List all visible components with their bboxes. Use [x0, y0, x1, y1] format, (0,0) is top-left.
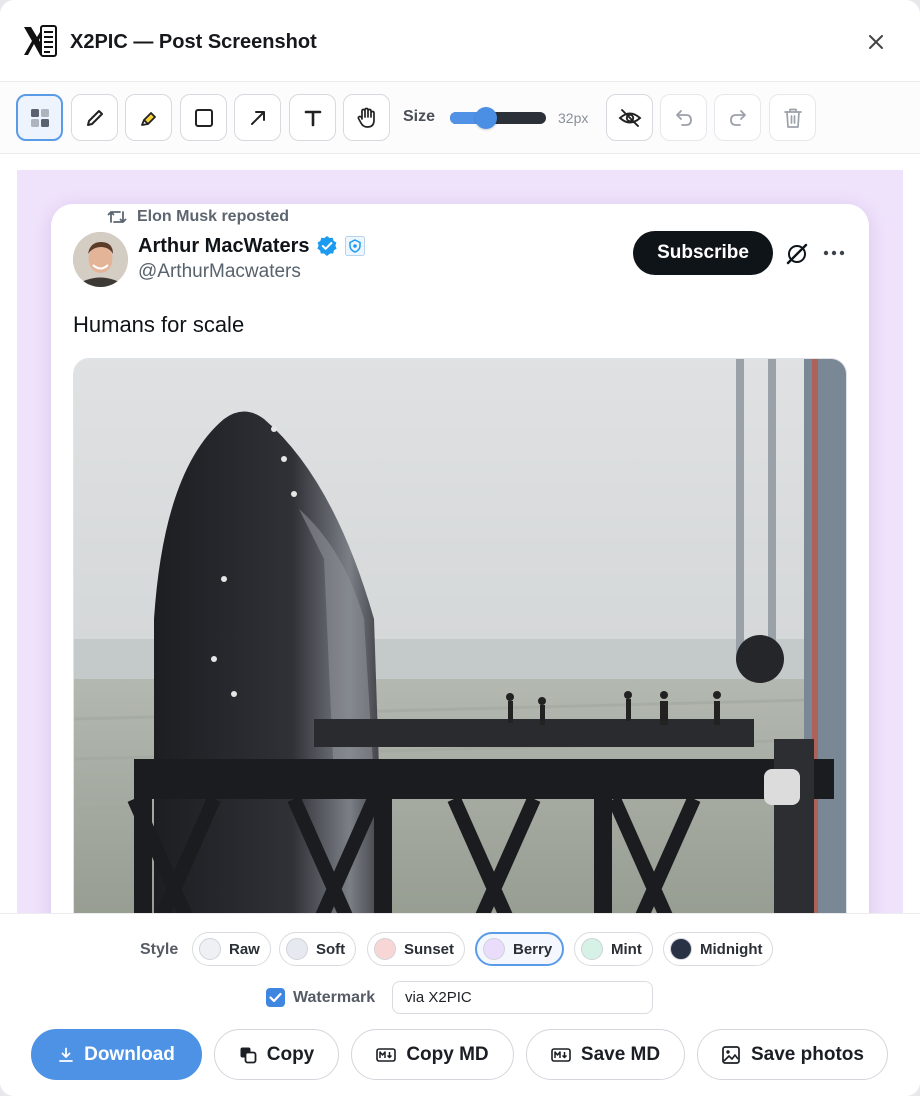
author-handle[interactable]: @ArthurMacwaters	[138, 261, 301, 283]
watermark-label[interactable]: Watermark	[293, 989, 375, 1007]
hide-annotations-button[interactable]	[606, 94, 653, 141]
style-swatch	[374, 938, 396, 960]
export-panel: Style Raw Soft Sunset Berry Mint Midnigh…	[0, 913, 920, 1096]
watermark-checkbox[interactable]	[266, 988, 285, 1007]
style-option-raw[interactable]: Raw	[192, 932, 271, 966]
checkmark-icon	[269, 992, 282, 1003]
size-slider[interactable]	[450, 107, 546, 129]
dialog-title: X2PIC — Post Screenshot	[70, 31, 317, 53]
size-slider-thumb[interactable]	[475, 107, 498, 129]
more-options-icon[interactable]	[821, 240, 847, 266]
image-icon	[722, 1045, 740, 1064]
trash-icon	[783, 108, 802, 128]
post-media-photo[interactable]	[73, 358, 847, 930]
save-md-button[interactable]: Save MD	[526, 1029, 685, 1080]
preview-canvas[interactable]: Elon Musk reposted Arthur MacWaters @Art…	[17, 170, 903, 930]
delete-button[interactable]	[769, 94, 816, 141]
arrow-icon	[250, 110, 265, 125]
style-swatch	[286, 938, 308, 960]
style-option-sunset[interactable]: Sunset	[367, 932, 466, 966]
highlighter-icon	[140, 111, 156, 126]
copy-icon	[240, 1047, 257, 1063]
download-button[interactable]: Download	[31, 1029, 202, 1080]
style-label: Style	[140, 941, 179, 958]
grok-icon[interactable]	[784, 241, 810, 267]
size-value: 32px	[558, 110, 589, 126]
copy-md-button[interactable]: Copy MD	[351, 1029, 514, 1080]
style-option-label: Mint	[611, 940, 642, 958]
save-photos-label: Save photos	[751, 1043, 864, 1065]
post-card: Elon Musk reposted Arthur MacWaters @Art…	[51, 204, 869, 930]
style-option-label: Berry	[513, 940, 553, 958]
undo-button[interactable]	[660, 94, 707, 141]
author-avatar	[73, 232, 128, 287]
style-option-midnight[interactable]: Midnight	[663, 932, 774, 966]
repost-icon	[107, 211, 127, 223]
style-swatch	[670, 938, 692, 960]
verified-badge-icon	[316, 236, 337, 256]
mosaic-tool-button[interactable]	[16, 94, 63, 141]
copy-button[interactable]: Copy	[214, 1029, 339, 1080]
screenshot-dialog: X2PIC — Post Screenshot Size 32px Elon M…	[0, 0, 920, 1096]
redo-icon	[729, 109, 746, 126]
repost-indicator: Elon Musk reposted	[107, 206, 289, 228]
copy-label: Copy	[266, 1043, 315, 1065]
markdown-icon	[376, 1047, 397, 1062]
style-option-label: Midnight	[700, 940, 763, 958]
repost-label: Elon Musk reposted	[137, 208, 290, 225]
size-label: Size	[403, 108, 436, 125]
pencil-icon	[86, 109, 103, 126]
save-photos-button[interactable]: Save photos	[697, 1029, 888, 1080]
arrow-tool-button[interactable]	[234, 94, 281, 141]
annotation-toolbar: Size 32px	[0, 82, 920, 154]
redo-button[interactable]	[714, 94, 761, 141]
save-md-label: Save MD	[580, 1043, 661, 1065]
download-icon	[59, 1047, 74, 1062]
affiliate-badge-icon	[344, 236, 365, 256]
pencil-tool-button[interactable]	[71, 94, 118, 141]
author-name[interactable]: Arthur MacWaters	[138, 234, 366, 258]
mosaic-icon	[30, 108, 49, 127]
x2pic-logo-icon	[22, 24, 58, 58]
text-tool-button[interactable]	[289, 94, 336, 141]
post-text: Humans for scale	[73, 312, 245, 337]
style-option-mint[interactable]: Mint	[574, 932, 653, 966]
hand-icon	[357, 107, 375, 128]
highlighter-tool-button[interactable]	[125, 94, 172, 141]
style-swatch	[581, 938, 603, 960]
style-option-soft[interactable]: Soft	[279, 932, 357, 966]
watermark-text-input[interactable]	[392, 981, 653, 1014]
style-swatch	[483, 938, 505, 960]
markdown-icon	[551, 1047, 571, 1062]
dialog-header: X2PIC — Post Screenshot	[0, 0, 920, 82]
eye-off-icon	[618, 108, 641, 127]
style-option-berry[interactable]: Berry	[475, 932, 565, 966]
rectangle-icon	[194, 108, 213, 127]
close-icon[interactable]	[864, 30, 888, 54]
style-option-label: Sunset	[404, 940, 455, 958]
style-swatch	[199, 938, 221, 960]
style-option-label: Raw	[229, 940, 260, 958]
copy-md-label: Copy MD	[406, 1043, 489, 1065]
undo-icon	[675, 109, 692, 126]
rectangle-tool-button[interactable]	[180, 94, 227, 141]
author-name-text: Arthur MacWaters	[138, 234, 310, 257]
download-label: Download	[84, 1043, 175, 1065]
style-option-label: Soft	[316, 940, 346, 958]
text-icon	[304, 110, 321, 126]
subscribe-button[interactable]: Subscribe	[633, 231, 773, 275]
hand-tool-button[interactable]	[343, 94, 390, 141]
